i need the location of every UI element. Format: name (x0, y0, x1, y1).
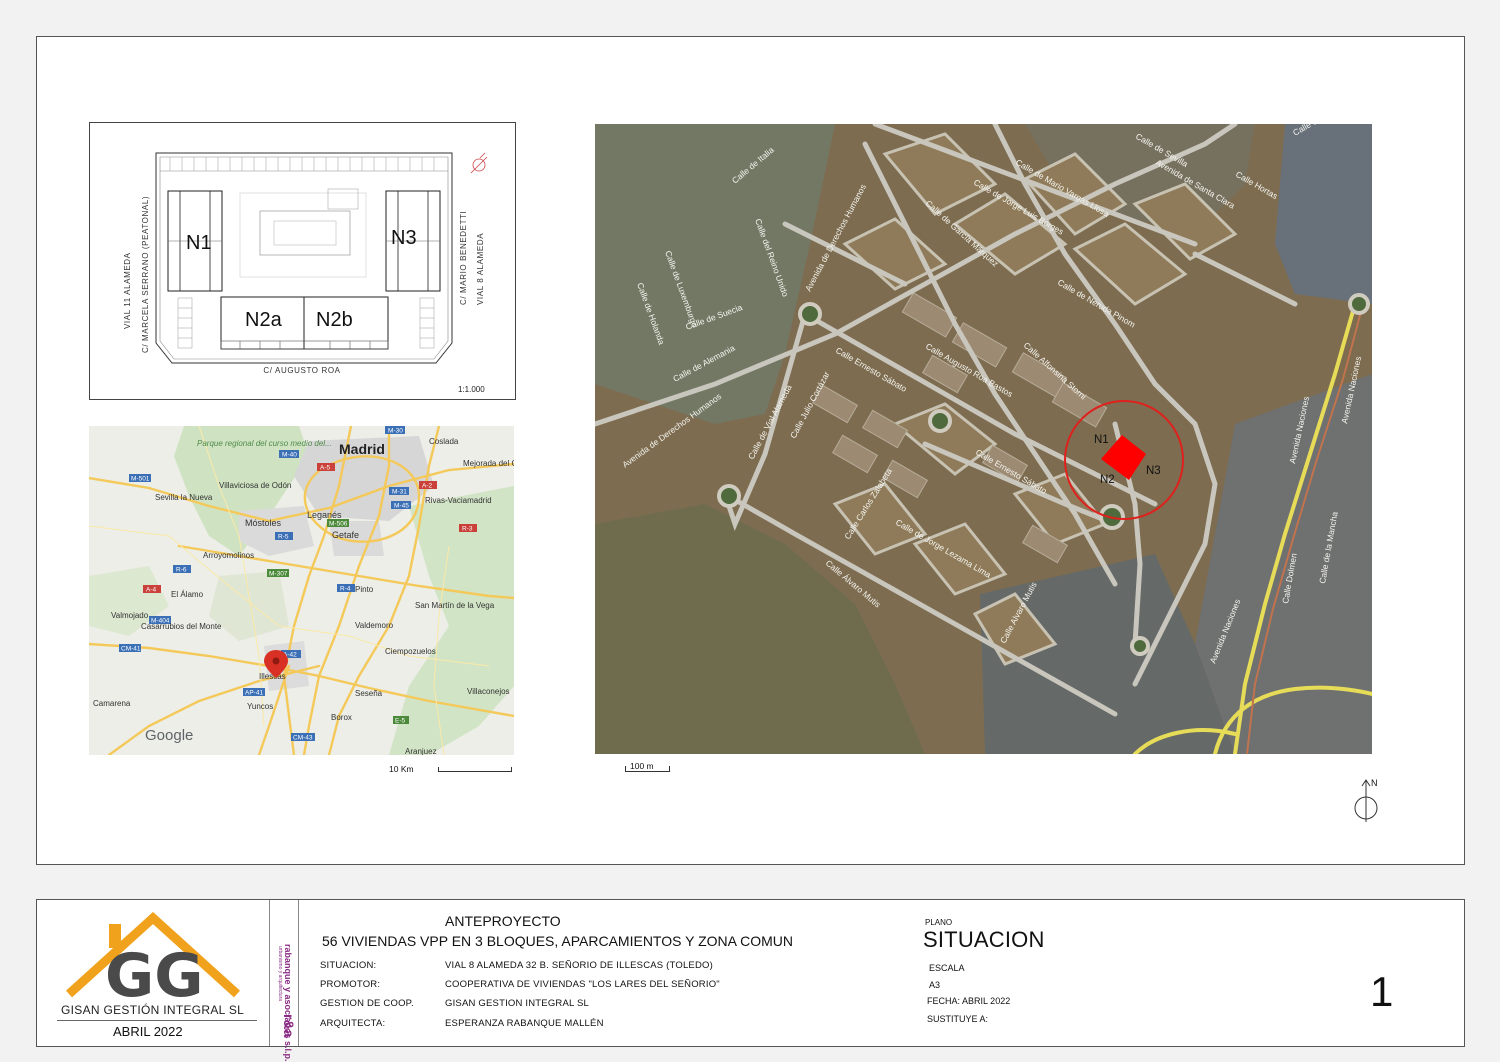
format-value: A3 (929, 980, 941, 990)
place-mejorada: Mejorada del Campo (463, 459, 514, 468)
plan-north-icon (470, 152, 488, 174)
place-aranjuez: Aranjuez (405, 747, 437, 755)
place-leganes: Leganés (307, 510, 342, 520)
place-valdemoro: Valdemoro (355, 621, 394, 630)
sustituye-label: SUSTITUYE A: (927, 1014, 989, 1024)
row-label-promotor: PROMOTOR: (320, 979, 381, 990)
place-getafe: Getafe (332, 530, 359, 540)
place-yuncos: Yuncos (247, 702, 273, 711)
road-r4: R-4 (340, 586, 351, 593)
place-borox: Borox (331, 713, 352, 722)
place-villaviciosa: Villaviciosa de Odón (219, 481, 291, 490)
row-value-gestion: GISAN GESTION INTEGRAL SL (445, 998, 590, 1009)
road-m307: M-307 (269, 571, 288, 578)
regional-map: M-40 M-30 A-5 M-501 M-31 M-45 A-2 M-506 … (89, 426, 514, 755)
place-parque: Parque regional del curso medio del... (197, 439, 332, 448)
road-ap41: AP-41 (245, 690, 263, 697)
site-plan-drawing: N1 N3 N2a N2b VIAL 11 ALAMEDA C/ MARCELA… (123, 152, 488, 394)
plan-scale-label: 1:1.000 (458, 385, 485, 394)
north-arrow-icon (1352, 776, 1382, 824)
company-logo-icon: GG (63, 911, 243, 1011)
site-plan: N1 N3 N2a N2b VIAL 11 ALAMEDA C/ MARCELA… (89, 122, 516, 400)
place-arroyomolinos: Arroyomolinos (203, 551, 254, 560)
row-value-arquitecta: ESPERANZA RABANQUE MALLÉN (445, 1018, 604, 1029)
satellite-view: Calle de Italia Calle de Luxemburgo Call… (595, 124, 1372, 754)
sat-marker-n1: N1 (1094, 434, 1109, 446)
street-label-augusto-roa: C/ AUGUSTO ROA (263, 366, 340, 375)
place-coslada: Coslada (429, 437, 459, 446)
regional-map-drawing: M-40 M-30 A-5 M-501 M-31 M-45 A-2 M-506 … (89, 426, 514, 755)
road-a4: A-4 (146, 587, 157, 594)
company-divider (57, 1020, 257, 1021)
block-label-n2a: N2a (245, 309, 283, 331)
place-rivas: Rivas-Vaciamadrid (425, 496, 492, 505)
road-r5: R-5 (278, 534, 289, 541)
block-label-n2b: N2b (316, 309, 353, 331)
plano-name: SITUACION (923, 927, 1045, 952)
road-m501: M-501 (131, 476, 150, 483)
project-type: ANTEPROYECTO (445, 913, 561, 929)
title-block: GG GISAN GESTIÓN INTEGRAL SL ABRIL 2022 … (36, 899, 1465, 1062)
street-label-mario-benedetti: C/ MARIO BENEDETTI (459, 211, 468, 305)
place-sevilla: Sevilla la Nueva (155, 493, 213, 502)
place-madrid: Madrid (339, 441, 385, 457)
project-title: 56 VIVIENDAS VPP EN 3 BLOQUES, APARCAMIE… (322, 933, 793, 949)
road-r3: R-3 (462, 526, 473, 533)
road-cm41: CM-41 (121, 646, 141, 653)
place-mostoles: Móstoles (245, 518, 282, 528)
north-label: N (1371, 778, 1378, 788)
escala-label: ESCALA (929, 963, 965, 973)
place-sesena: Seseña (355, 689, 383, 698)
place-valmojado: Valmojado (111, 611, 149, 620)
place-ciempozuelos: Ciempozuelos (385, 647, 436, 656)
row-label-situacion: SITUACION: (320, 960, 377, 971)
place-sanmartin: San Martín de la Vega (415, 601, 495, 610)
satellite-scale-bar (625, 766, 670, 772)
fecha-value: FECHA: ABRIL 2022 (927, 996, 1011, 1006)
company-date: ABRIL 2022 (113, 1024, 183, 1039)
place-elalamo: El Álamo (171, 590, 204, 599)
row-label-arquitecta: ARQUITECTA: (320, 1018, 386, 1029)
road-m506: M-506 (329, 521, 348, 528)
place-casarrubios: Casarrubios del Monte (141, 622, 222, 631)
sheet-number: 1 (1370, 968, 1394, 1015)
sat-marker-n3: N3 (1146, 465, 1161, 477)
place-pinto: Pinto (355, 585, 374, 594)
company-name: GISAN GESTIÓN INTEGRAL SL (61, 1003, 245, 1017)
row-value-promotor: COOPERATIVA DE VIVIENDAS "LOS LARES DEL … (445, 979, 720, 990)
street-label-vial8: VIAL 8 ALAMEDA (476, 233, 485, 305)
partner-mark-icon: r&a (281, 1014, 297, 1038)
google-logo: Google (145, 727, 193, 744)
regional-scale-bar (438, 767, 512, 772)
partner-logo-panel: rabanque y asociados s.l.p. urbanismo y … (269, 900, 299, 1062)
block-label-n1: N1 (186, 232, 212, 254)
street-label-vial11: VIAL 11 ALAMEDA (123, 252, 132, 329)
street-label-marcela-serrano: C/ MARCELA SERRANO (PEATONAL) (141, 196, 150, 353)
road-a5: A-5 (320, 465, 331, 472)
row-value-situacion: VIAL 8 ALAMEDA 32 B. SEÑORIO DE ILLESCAS… (445, 960, 713, 971)
svg-text:GG: GG (105, 941, 204, 1002)
regional-scale-label: 10 Km (389, 764, 414, 774)
plano-label: PLANO (925, 918, 953, 927)
row-label-gestion: GESTION DE COOP. (320, 998, 414, 1009)
road-m45: M-45 (394, 503, 409, 510)
partner-subtitle: urbanismo y arquitectura (277, 946, 283, 1002)
satellite-drawing: Calle de Italia Calle de Luxemburgo Call… (595, 124, 1372, 754)
road-m30: M-30 (388, 428, 403, 435)
road-m40: M-40 (282, 452, 297, 459)
partner-name: rabanque y asociados s.l.p. (283, 944, 293, 1062)
place-villaconejos: Villaconejos (467, 687, 510, 696)
road-m31: M-31 (392, 489, 407, 496)
place-camarena: Camarena (93, 699, 131, 708)
road-cm43: CM-43 (293, 735, 313, 742)
sat-marker-n2: N2 (1100, 474, 1115, 486)
road-r6: R-6 (176, 567, 187, 574)
road-a2: A-2 (422, 483, 433, 490)
block-label-n3: N3 (391, 227, 417, 249)
road-e5: E-5 (395, 718, 406, 725)
